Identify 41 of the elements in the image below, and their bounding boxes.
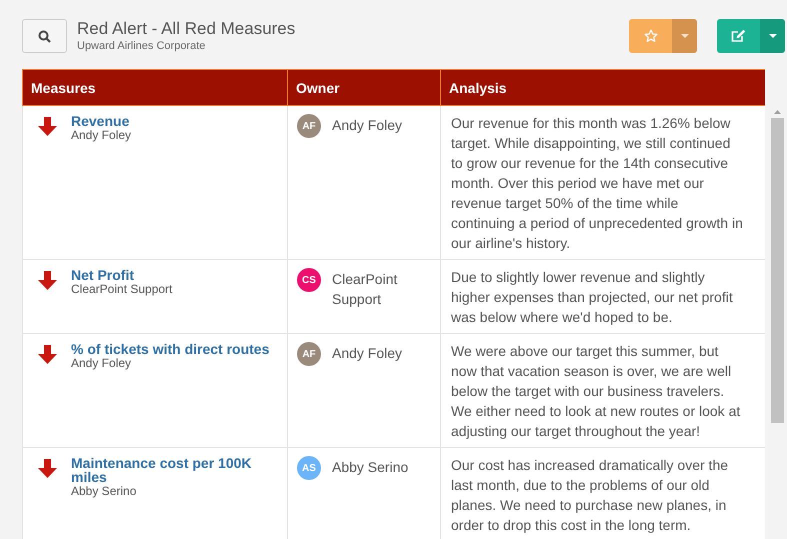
search-icon: [38, 30, 51, 42]
avatar: AF: [297, 342, 321, 366]
caret-icon: [768, 34, 776, 38]
edit-icon: [731, 29, 746, 43]
page-title: Red Alert - All Red Measures: [77, 19, 296, 39]
measure-owner: ClearPoint Support: [71, 282, 172, 296]
owner-name: Andy Foley: [332, 116, 402, 135]
favorite-dropdown-button[interactable]: [672, 19, 697, 53]
edit-dropdown-button[interactable]: [760, 19, 785, 53]
owner-name: Abby Serino: [332, 458, 408, 477]
scrollbar-thumb[interactable]: [771, 118, 784, 423]
down-arrow-icon: [38, 345, 57, 364]
owner-name: ClearPoint Support: [332, 270, 398, 309]
measure-link[interactable]: Revenue: [71, 114, 132, 128]
measure-link[interactable]: Maintenance cost per 100K miles: [71, 456, 279, 484]
column-header: Owner: [288, 70, 440, 106]
owner-name: Andy Foley: [332, 344, 402, 363]
measure-owner: Abby Serino: [71, 484, 138, 498]
down-arrow-icon: [38, 459, 57, 478]
search-button[interactable]: [22, 19, 67, 53]
analysis-text: Our revenue for this month was 1.26% below target. While disappointing, we still continued to grow our revenue for the 14th consecutive month. Over this period we have met our revenue target 50% of the time while continuing a period of unprecedented growth in our airline's history.: [450, 114, 744, 253]
page-subtitle: Upward Airlines Corporate: [77, 39, 206, 53]
down-arrow-icon: [38, 117, 57, 136]
analysis-text: Due to slightly lower revenue and slightly higher expenses than projected, our net profit was below where we'd hoped to be.: [450, 268, 734, 327]
avatar: AS: [297, 456, 321, 480]
favorite-button[interactable]: [629, 19, 672, 53]
avatar: CS: [297, 268, 321, 292]
down-arrow-icon: [38, 271, 57, 290]
measure-owner: Andy Foley: [71, 128, 132, 142]
scroll-up-icon[interactable]: [774, 110, 781, 114]
star-icon: [644, 29, 658, 43]
measure-link[interactable]: Net Profit: [71, 268, 172, 282]
column-header: Analysis: [440, 70, 765, 106]
caret-icon: [680, 34, 688, 38]
column-header: Measures: [22, 70, 288, 106]
avatar: AF: [297, 114, 321, 138]
analysis-text: We were above our target this summer, but now that vacation season is over, we are well below the target with our business travelers. We either need to look at new routes or look at adjusting our target throughout the year!: [450, 342, 742, 441]
measure-link[interactable]: % of tickets with direct routes: [71, 342, 270, 356]
analysis-text: Our cost has increased dramatically over the last month, due to the problems of our old planes. We need to purchase new planes, in order to drop this cost in the long term.: [450, 456, 730, 535]
edit-button[interactable]: [717, 19, 760, 53]
measure-owner: Andy Foley: [71, 356, 132, 370]
